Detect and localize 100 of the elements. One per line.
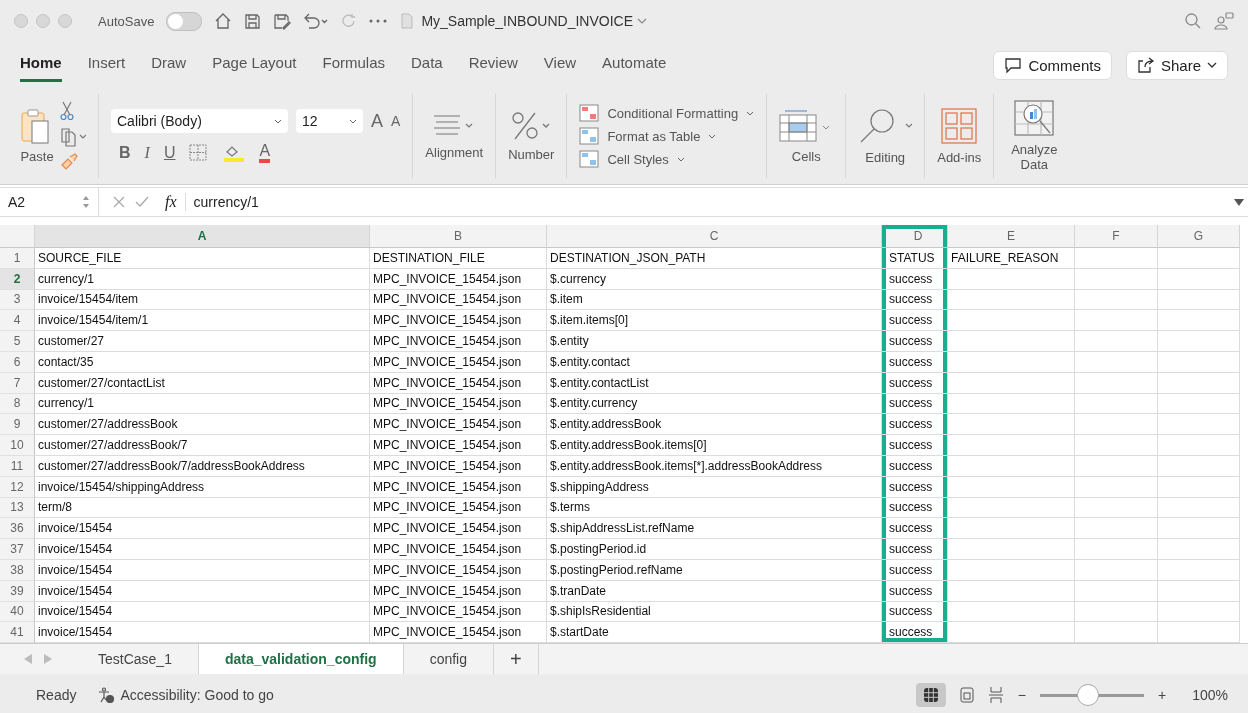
empty-cell[interactable] [948, 497, 1075, 519]
row-header[interactable]: 38 [0, 559, 35, 581]
empty-cell[interactable] [1075, 455, 1158, 477]
table-cell[interactable]: invoice/15454 [35, 539, 370, 560]
table-cell[interactable]: MPC_INVOICE_15454.json [370, 539, 547, 560]
table-cell[interactable]: MPC_INVOICE_15454.json [370, 580, 547, 602]
table-cell[interactable]: $.currency [547, 268, 882, 290]
format-painter-icon[interactable] [60, 153, 78, 171]
table-cell[interactable]: $.terms [547, 497, 882, 519]
font-size-field[interactable]: 12 [296, 109, 363, 133]
table-cell[interactable]: success [882, 435, 948, 456]
empty-cell[interactable] [1158, 268, 1240, 290]
table-cell[interactable]: term/8 [35, 497, 370, 519]
table-cell[interactable]: $.entity [547, 331, 882, 352]
empty-cell[interactable] [1158, 497, 1240, 519]
table-cell[interactable]: MPC_INVOICE_15454.json [370, 372, 547, 394]
empty-cell[interactable] [1158, 331, 1240, 352]
table-cell[interactable]: success [882, 559, 948, 581]
table-cell[interactable]: customer/27/contactList [35, 372, 370, 394]
table-cell[interactable]: $.entity.contact [547, 352, 882, 373]
table-cell[interactable]: success [882, 310, 948, 332]
empty-cell[interactable] [948, 372, 1075, 394]
undo-icon[interactable] [303, 12, 330, 30]
table-cell[interactable]: STATUS [882, 248, 948, 269]
search-icon[interactable] [1184, 12, 1202, 30]
zoom-out-button[interactable]: − [1017, 687, 1026, 704]
table-cell[interactable]: MPC_INVOICE_15454.json [370, 289, 547, 311]
ribbon-tab[interactable]: View [543, 48, 577, 82]
row-header[interactable]: 41 [0, 622, 35, 644]
row-header[interactable]: 5 [0, 331, 35, 352]
empty-cell[interactable] [1158, 289, 1240, 311]
table-cell[interactable]: $.postingPeriod.refName [547, 559, 882, 581]
empty-cell[interactable] [948, 435, 1075, 456]
table-cell[interactable]: success [882, 580, 948, 602]
cells-label[interactable]: Cells [791, 148, 821, 164]
italic-button[interactable]: I [144, 144, 150, 162]
table-cell[interactable]: success [882, 497, 948, 519]
people-icon[interactable] [1214, 12, 1234, 30]
table-cell[interactable]: success [882, 268, 948, 290]
empty-cell[interactable] [1158, 580, 1240, 602]
select-all-corner[interactable] [0, 225, 35, 248]
comments-button[interactable]: Comments [993, 50, 1112, 80]
cell-reference[interactable]: A2 [8, 194, 26, 210]
table-cell[interactable]: success [882, 476, 948, 498]
empty-cell[interactable] [948, 393, 1075, 415]
home-icon[interactable] [214, 12, 233, 30]
table-cell[interactable]: invoice/15454 [35, 580, 370, 602]
table-cell[interactable]: success [882, 331, 948, 352]
table-cell[interactable]: $.postingPeriod.id [547, 539, 882, 560]
table-cell[interactable]: MPC_INVOICE_15454.json [370, 331, 547, 352]
empty-cell[interactable] [1158, 435, 1240, 456]
bold-button[interactable]: B [119, 144, 131, 162]
empty-cell[interactable] [1158, 455, 1240, 477]
page-break-icon[interactable] [987, 686, 1004, 705]
empty-cell[interactable] [1158, 476, 1240, 498]
table-cell[interactable]: MPC_INVOICE_15454.json [370, 601, 547, 623]
table-cell[interactable]: success [882, 352, 948, 373]
analyze-data-icon[interactable] [1014, 100, 1055, 136]
empty-cell[interactable] [1158, 539, 1240, 560]
ribbon-tab[interactable]: Draw [151, 48, 187, 82]
column-header[interactable]: E [948, 225, 1075, 248]
expand-icon[interactable] [1234, 198, 1244, 206]
font-color-button[interactable]: A [259, 143, 271, 163]
zoom-in-button[interactable]: + [1158, 687, 1167, 704]
table-cell[interactable]: MPC_INVOICE_15454.json [370, 393, 547, 415]
empty-cell[interactable] [1075, 268, 1158, 290]
zoom-level[interactable]: 100% [1192, 687, 1228, 704]
row-header[interactable]: 1 [0, 248, 35, 269]
table-cell[interactable]: $.tranDate [547, 580, 882, 602]
column-header[interactable]: G [1158, 225, 1240, 248]
column-header[interactable]: C [547, 225, 882, 248]
row-header[interactable]: 39 [0, 580, 35, 602]
table-cell[interactable]: invoice/15454/item [35, 289, 370, 311]
table-cell[interactable]: MPC_INVOICE_15454.json [370, 435, 547, 456]
next-sheet-icon[interactable] [44, 654, 52, 665]
check-icon[interactable] [135, 196, 149, 208]
empty-cell[interactable] [1158, 310, 1240, 332]
table-cell[interactable]: contact/35 [35, 352, 370, 373]
empty-cell[interactable] [948, 352, 1075, 373]
table-cell[interactable]: invoice/15454 [35, 601, 370, 623]
empty-cell[interactable] [1075, 580, 1158, 602]
ribbon-tab[interactable]: Home [20, 48, 62, 82]
ribbon-tab[interactable]: Review [468, 48, 518, 82]
formula-field[interactable]: currency/1 [185, 194, 259, 210]
empty-cell[interactable] [948, 455, 1075, 477]
row-header[interactable]: 4 [0, 310, 35, 332]
autosave-toggle[interactable] [166, 11, 203, 31]
row-header[interactable]: 13 [0, 497, 35, 519]
editing-label[interactable]: Editing [865, 149, 906, 165]
table-cell[interactable]: $.item [547, 289, 882, 311]
table-cell[interactable]: $.shippingAddress [547, 476, 882, 498]
table-cell[interactable]: success [882, 372, 948, 394]
table-cell[interactable]: customer/27/addressBook/7 [35, 435, 370, 456]
empty-cell[interactable] [1075, 331, 1158, 352]
empty-cell[interactable] [948, 289, 1075, 311]
column-header[interactable]: A [35, 225, 370, 248]
empty-cell[interactable] [948, 414, 1075, 436]
empty-cell[interactable] [1158, 248, 1240, 269]
table-cell[interactable]: customer/27/addressBook [35, 414, 370, 436]
empty-cell[interactable] [1075, 518, 1158, 540]
